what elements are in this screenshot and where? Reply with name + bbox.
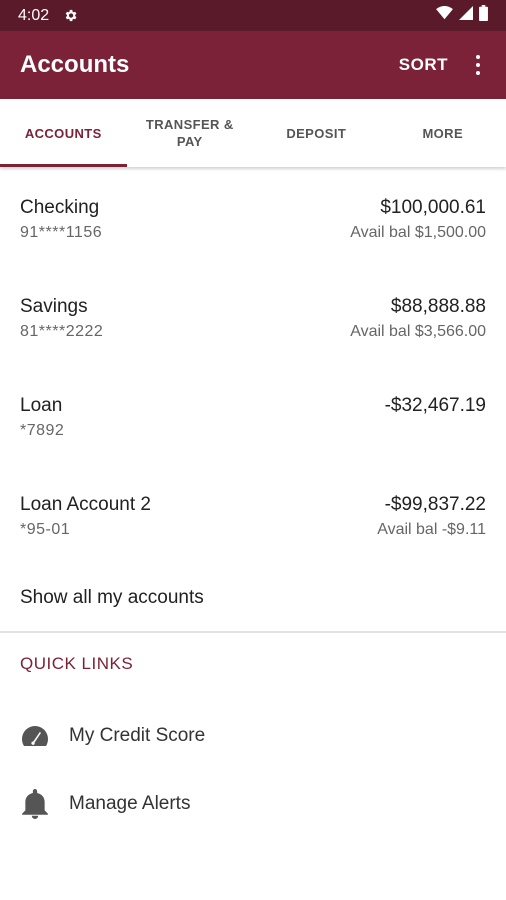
account-balance: -$99,837.22 (384, 494, 486, 515)
show-all-accounts-link[interactable]: Show all my accounts (20, 587, 204, 609)
sort-button[interactable]: SORT (399, 55, 448, 75)
gear-icon (63, 8, 78, 23)
manage-alerts-label: Manage Alerts (69, 793, 191, 814)
account-number: 81****2222 (20, 323, 104, 340)
tab-more[interactable]: MORE (380, 99, 506, 167)
account-balance: -$32,467.19 (384, 395, 486, 416)
app-bar: Accounts SORT (0, 31, 506, 99)
available-balance: Avail bal -$9.11 (377, 521, 486, 538)
available-balance: Avail bal $3,566.00 (350, 323, 486, 340)
gauge-icon (20, 721, 50, 751)
account-name: Loan (20, 395, 63, 416)
tab-bar: ACCOUNTS TRANSFER & PAY DEPOSIT MORE (0, 99, 506, 167)
status-time: 4:02 (18, 6, 50, 24)
account-row-loan[interactable]: Loan *7892 -$32,467.19 (0, 366, 506, 465)
manage-alerts-link[interactable]: Manage Alerts (20, 789, 190, 819)
account-name: Savings (20, 296, 88, 317)
tab-deposit[interactable]: DEPOSIT (253, 99, 380, 167)
account-number: *7892 (20, 422, 65, 439)
account-name: Loan Account 2 (20, 494, 151, 515)
accounts-list: Checking 91****1156 $100,000.61 Avail ba… (0, 168, 506, 564)
more-vert-icon[interactable] (470, 55, 486, 75)
account-number: *95-01 (20, 521, 71, 538)
account-row-checking[interactable]: Checking 91****1156 $100,000.61 Avail ba… (0, 168, 506, 267)
wifi-icon (436, 6, 453, 25)
quick-links-title: QUICK LINKS (20, 654, 134, 673)
account-balance: $88,888.88 (390, 296, 486, 317)
battery-icon (479, 5, 488, 26)
account-row-savings[interactable]: Savings 81****2222 $88,888.88 Avail bal … (0, 267, 506, 366)
account-balance: $100,000.61 (380, 197, 486, 218)
page-title: Accounts (20, 51, 130, 78)
credit-score-link[interactable]: My Credit Score (20, 721, 205, 751)
signal-icon (459, 6, 473, 25)
available-balance: Avail bal $1,500.00 (350, 224, 486, 241)
account-row-loan-account-2[interactable]: Loan Account 2 *95-01 -$99,837.22 Avail … (0, 465, 506, 564)
tab-transfer-pay[interactable]: TRANSFER & PAY (127, 99, 254, 167)
account-number: 91****1156 (20, 224, 103, 241)
divider (0, 631, 506, 633)
account-name: Checking (20, 197, 100, 218)
status-bar: 4:02 (0, 0, 506, 31)
credit-score-label: My Credit Score (69, 725, 206, 746)
bell-icon (20, 789, 50, 819)
tab-accounts[interactable]: ACCOUNTS (0, 99, 127, 167)
